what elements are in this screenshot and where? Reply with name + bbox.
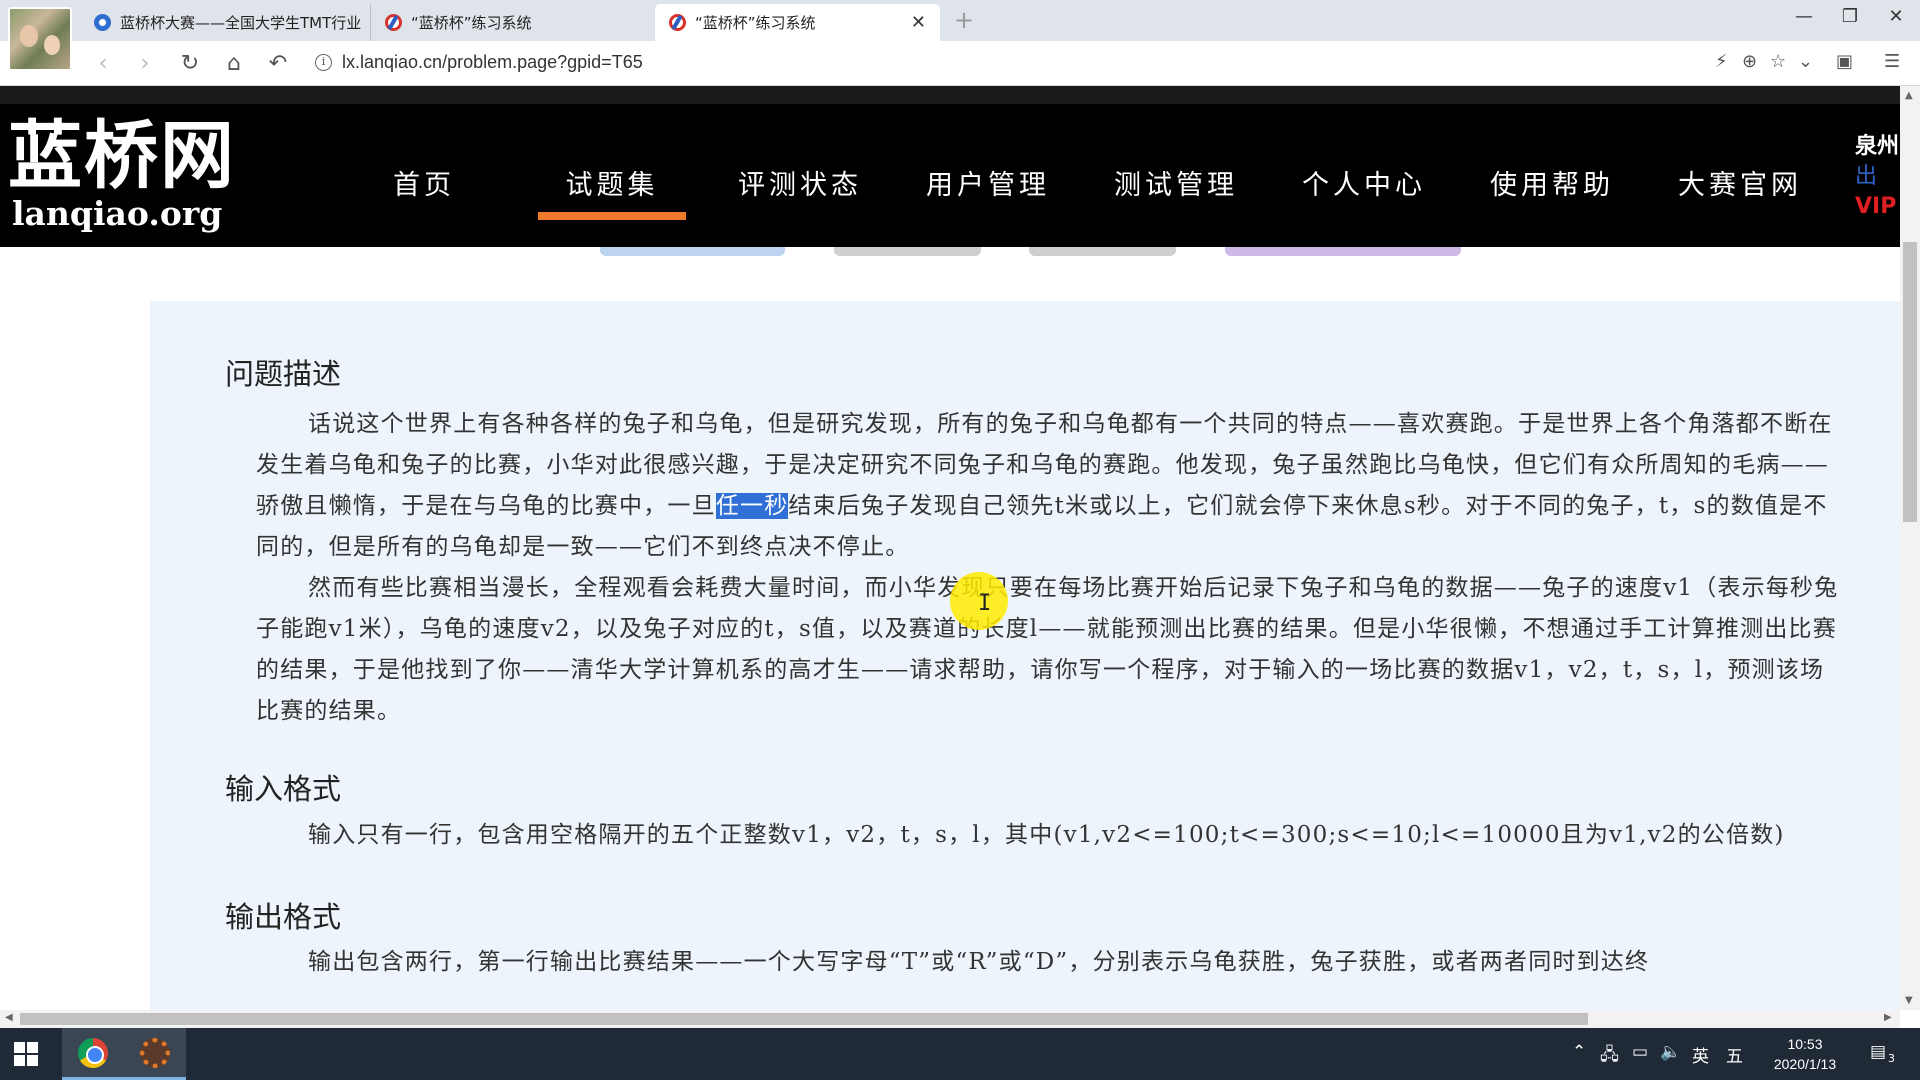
ime-mode[interactable]: 五 xyxy=(1726,1042,1743,1067)
close-window-icon[interactable]: ✕ xyxy=(1876,6,1916,27)
nav-official-site[interactable]: 大赛官网 xyxy=(1646,164,1834,220)
clock-time: 10:53 xyxy=(1787,1036,1823,1052)
selected-text: 任一秒 xyxy=(715,493,789,519)
undo-icon[interactable]: ↶ xyxy=(263,49,293,79)
notification-count: 3 xyxy=(1888,1052,1895,1065)
site-logo[interactable]: 蓝桥网 xyxy=(8,116,236,196)
nav-problem-set[interactable]: 试题集 xyxy=(518,164,706,220)
browser-tabbar: 蓝桥杯大赛——全国大学生TMT行业 “蓝桥杯”练习系统 “蓝桥杯”练习系统 ✕ … xyxy=(0,0,1920,41)
vertical-scrollbar[interactable]: ▲ ▼ xyxy=(1900,86,1920,1010)
battery-icon[interactable]: ▭ xyxy=(1632,1042,1648,1062)
scroll-right-icon[interactable]: ▶ xyxy=(1884,1012,1892,1023)
input-format-heading: 输入格式 xyxy=(225,772,342,806)
network-icon[interactable]: 🖧 xyxy=(1600,1042,1619,1071)
back-icon[interactable]: ‹ xyxy=(88,49,118,79)
url-text: lx.lanqiao.cn/problem.page?gpid=T65 xyxy=(342,52,643,72)
minimize-icon[interactable]: — xyxy=(1784,6,1824,27)
browser-tab-1[interactable]: 蓝桥杯大赛——全国大学生TMT行业 xyxy=(80,4,370,41)
nav-user-management[interactable]: 用户管理 xyxy=(894,164,1082,220)
description-paragraph-1: 话说这个世界上有各种各样的兔子和乌龟，但是研究发现，所有的兔子和乌龟都有一个共同… xyxy=(256,404,1841,568)
nav-help[interactable]: 使用帮助 xyxy=(1458,164,1646,220)
tray-chevron-up-icon[interactable]: ⌃ xyxy=(1572,1042,1586,1062)
app-gear-icon xyxy=(140,1037,170,1068)
browser-tab-2[interactable]: “蓝桥杯”练习系统 xyxy=(370,4,655,41)
scroll-left-icon[interactable]: ◀ xyxy=(5,1012,13,1023)
scroll-up-icon[interactable]: ▲ xyxy=(1905,90,1913,101)
close-tab-icon[interactable]: ✕ xyxy=(911,12,926,33)
output-format-text: 输出包含两行，第一行输出比赛结果——一个大写字母“T”或“R”或“D”，分别表示… xyxy=(308,949,1650,975)
restore-icon[interactable]: ❐ xyxy=(1830,6,1870,27)
nav-judge-status[interactable]: 评测状态 xyxy=(706,164,894,220)
nav-test-management[interactable]: 测试管理 xyxy=(1082,164,1270,220)
nav-personal-center[interactable]: 个人中心 xyxy=(1270,164,1458,220)
horizontal-scrollbar[interactable]: ◀ ▶ xyxy=(0,1010,1900,1028)
web-page: 蓝桥网 lanqiao.org 首页 试题集 评测状态 用户管理 测试管理 个人… xyxy=(0,86,1900,1010)
home-icon[interactable]: ⌂ xyxy=(219,49,249,79)
description-paragraph-2: 然而有些比赛相当漫长，全程观看会耗费大量时间，而小华发现只要在每场比赛开始后记录… xyxy=(256,575,1839,724)
clock[interactable]: 10:53 2020/1/13 xyxy=(1765,1034,1845,1074)
windows-start-icon[interactable] xyxy=(14,1042,38,1066)
clock-date: 2020/1/13 xyxy=(1773,1056,1837,1072)
site-info-icon[interactable]: i xyxy=(315,54,332,71)
lightning-icon[interactable]: ⚡ xyxy=(1715,51,1728,72)
volume-icon[interactable]: 🔈 xyxy=(1660,1042,1681,1062)
output-format-heading: 输出格式 xyxy=(225,900,342,934)
taskbar-app[interactable] xyxy=(124,1028,186,1080)
bookmark-star-icon[interactable]: ☆ xyxy=(1770,51,1786,72)
tab-title: “蓝桥杯”练习系统 xyxy=(411,14,532,32)
input-format-text: 输入只有一行，包含用空格隔开的五个正整数v1，v2，t，s，l，其中(v1,v2… xyxy=(308,822,1785,848)
address-bar: ‹ › ↻ ⌂ ↶ i lx.lanqiao.cn/problem.page?g… xyxy=(0,41,1920,86)
subtab-edge[interactable] xyxy=(600,247,785,256)
subtab-edge[interactable] xyxy=(834,247,981,256)
taskbar-browser[interactable] xyxy=(62,1028,124,1080)
logout-link[interactable]: 出 xyxy=(1855,162,1899,192)
new-tab-icon[interactable]: + xyxy=(954,6,974,34)
browser-icon xyxy=(78,1037,108,1068)
scroll-thumb[interactable] xyxy=(1903,242,1917,522)
zoom-icon[interactable]: ⊕ xyxy=(1742,51,1757,72)
vip-badge[interactable]: VIP xyxy=(1855,192,1899,222)
tab-title: 蓝桥杯大赛——全国大学生TMT行业 xyxy=(120,14,362,32)
problem-content: 问题描述 话说这个世界上有各种各样的兔子和乌龟，但是研究发现，所有的兔子和乌龟都… xyxy=(150,301,1900,1010)
text-cursor-icon: I xyxy=(978,591,992,616)
chevron-down-icon[interactable]: ⌄ xyxy=(1798,51,1813,72)
lanqiao-red-favicon-icon xyxy=(385,14,402,31)
windows-taskbar: ⌃ 🖧 ▭ 🔈 英 五 10:53 2020/1/13 ▤ 3 xyxy=(0,1028,1920,1080)
url-field[interactable]: i lx.lanqiao.cn/problem.page?gpid=T65 xyxy=(315,52,643,73)
lanqiao-red-favicon-icon xyxy=(669,14,686,31)
subtab-edge[interactable] xyxy=(1225,247,1461,256)
ime-language[interactable]: 英 xyxy=(1692,1042,1709,1067)
lanqiao-favicon-icon xyxy=(94,14,111,31)
extension-icon[interactable]: ▣ xyxy=(1836,51,1853,72)
browser-tab-3-active[interactable]: “蓝桥杯”练习系统 ✕ xyxy=(655,4,940,41)
nav-home[interactable]: 首页 xyxy=(330,164,518,220)
tab-title: “蓝桥杯”练习系统 xyxy=(695,14,816,32)
site-header: 蓝桥网 lanqiao.org 首页 试题集 评测状态 用户管理 测试管理 个人… xyxy=(0,86,1900,247)
menu-icon[interactable]: ☰ xyxy=(1884,51,1900,72)
scroll-thumb[interactable] xyxy=(20,1013,1588,1025)
scroll-down-icon[interactable]: ▼ xyxy=(1905,995,1913,1006)
user-location[interactable]: 泉州 xyxy=(1855,132,1899,162)
subtab-edge[interactable] xyxy=(1029,247,1176,256)
main-nav: 首页 试题集 评测状态 用户管理 测试管理 个人中心 使用帮助 大赛官网 xyxy=(330,164,1834,220)
user-avatar[interactable] xyxy=(8,7,72,71)
site-logo-domain[interactable]: lanqiao.org xyxy=(12,196,222,232)
reload-icon[interactable]: ↻ xyxy=(175,49,205,79)
forward-icon[interactable]: › xyxy=(130,49,160,79)
header-user-area: 泉州 出 VIP xyxy=(1855,132,1899,222)
description-heading: 问题描述 xyxy=(225,357,342,391)
notification-icon[interactable]: ▤ xyxy=(1870,1042,1886,1062)
